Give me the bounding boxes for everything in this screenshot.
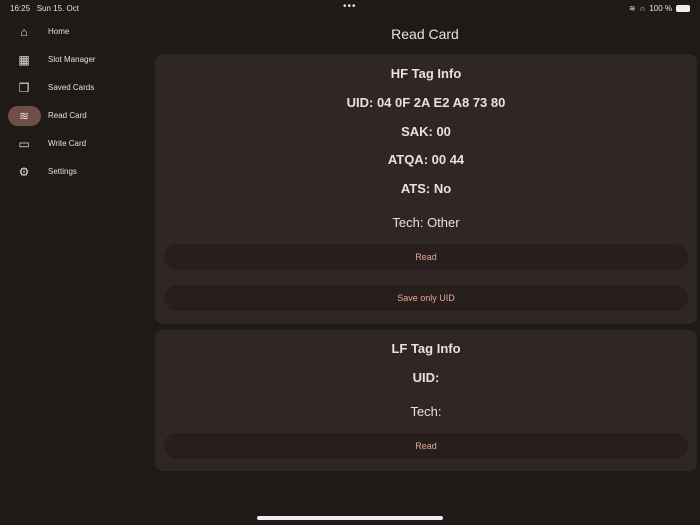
lf-uid: UID: (412, 370, 440, 385)
sidebar-item-write-card[interactable]: ▭ Write Card (0, 132, 150, 160)
hf-tech: Tech: Other (392, 215, 460, 230)
hf-ats: ATS: No (400, 181, 452, 196)
hf-uid: UID: 04 0F 2A E2 A8 73 80 (346, 95, 506, 110)
sidebar-item-slot-manager[interactable]: ▦ Slot Manager (0, 48, 150, 76)
lf-tag-card: LF Tag Info UID: Tech: Read (155, 330, 697, 471)
status-time: 16:25 Sun 15. Oct (10, 4, 79, 13)
home-indicator[interactable] (257, 516, 443, 520)
headphones-icon: ∩ (639, 4, 646, 13)
battery-icon (676, 5, 690, 12)
save-only-uid-button[interactable]: Save only UID (164, 285, 688, 311)
lf-title: LF Tag Info (391, 341, 461, 356)
lf-read-button[interactable]: Read (164, 433, 688, 459)
gear-icon: ⚙ (18, 165, 30, 179)
hf-sak: SAK: 00 (401, 124, 451, 139)
multitask-dots[interactable]: ••• (343, 1, 357, 12)
sidebar-item-read-card[interactable]: ≋ Read Card (0, 104, 150, 132)
credit-card-icon: ▭ (18, 137, 30, 151)
lf-tech: Tech: (410, 404, 442, 419)
sidebar: ⌂ Home ▦ Slot Manager ❐ Saved Cards ≋ Read C… (0, 20, 150, 188)
battery-percent: 100 % (649, 4, 672, 13)
page-title: Read Card (391, 26, 459, 42)
dashboard-icon: ▦ (18, 53, 30, 67)
home-icon: ⌂ (20, 25, 28, 39)
hf-atqa: ATQA: 00 44 (387, 152, 465, 167)
sidebar-item-settings[interactable]: ⚙ Settings (0, 160, 150, 188)
hf-read-button[interactable]: Read (164, 244, 688, 270)
sidebar-item-saved-cards[interactable]: ❐ Saved Cards (0, 76, 150, 104)
hf-title: HF Tag Info (390, 66, 462, 81)
sidebar-item-home[interactable]: ⌂ Home (0, 20, 150, 48)
hf-tag-card: HF Tag Info UID: 04 0F 2A E2 A8 73 80 SA… (155, 54, 697, 324)
copy-icon: ❐ (18, 81, 30, 95)
status-bar: 16:25 Sun 15. Oct ••• ≋ ∩ 100 % (0, 0, 700, 16)
wifi-icon: ≋ (18, 109, 30, 123)
wifi-icon: ≋ (628, 4, 636, 13)
